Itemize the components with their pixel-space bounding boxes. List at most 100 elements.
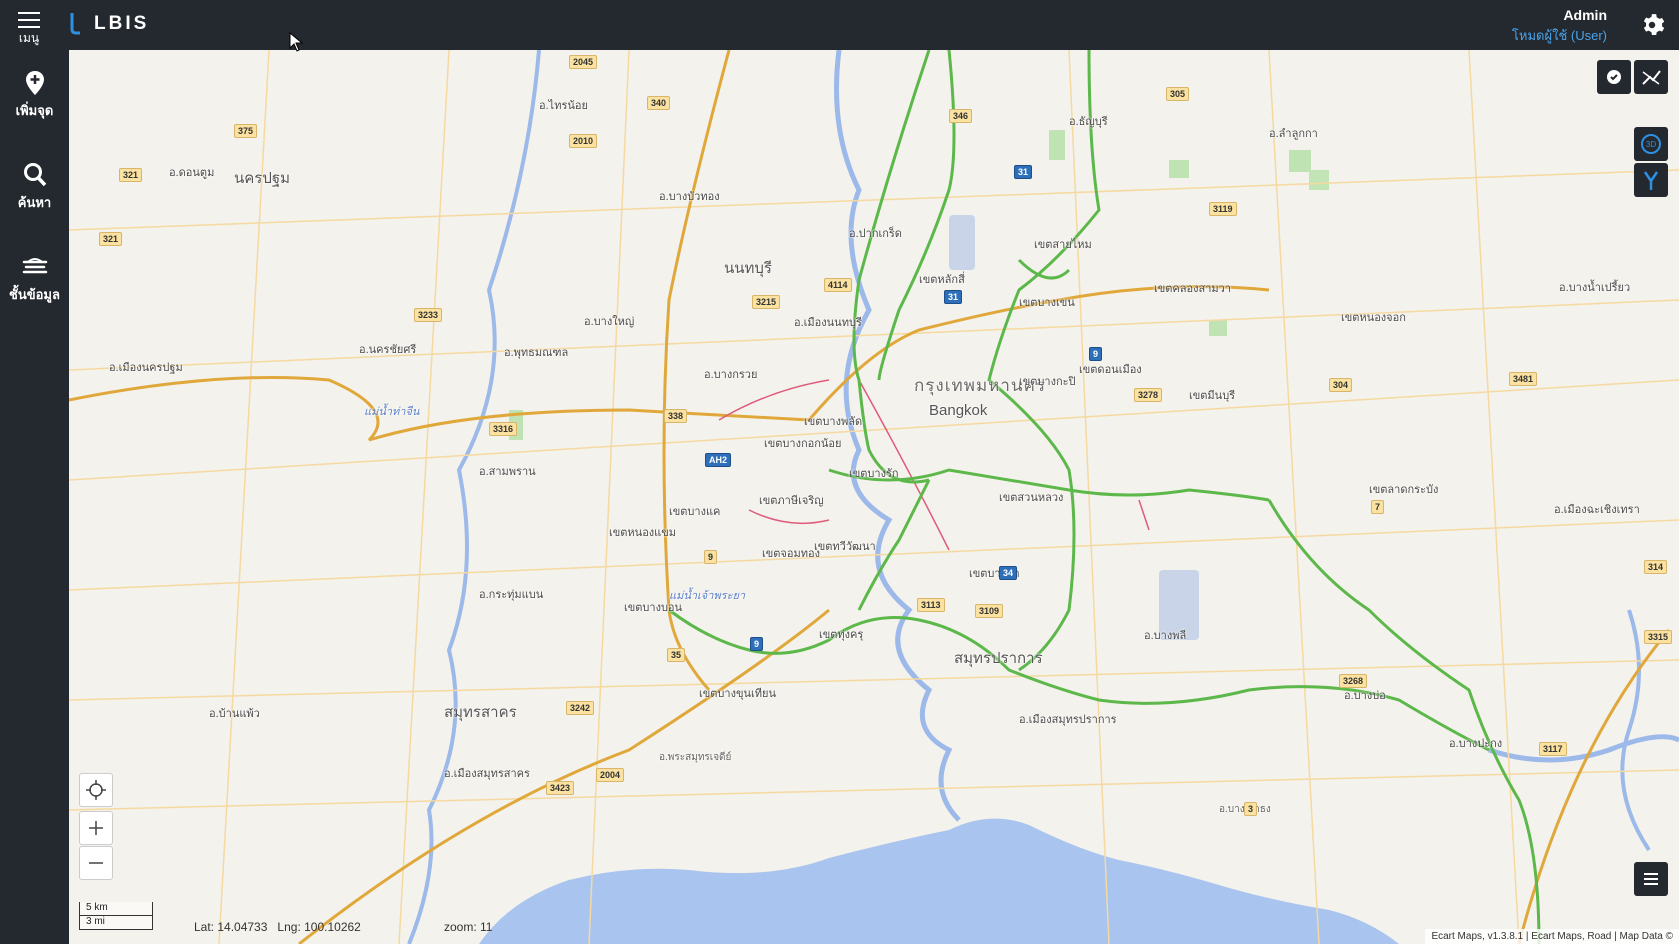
map-label-suan-luang: เขตสวนหลวง (999, 492, 1064, 504)
menu-button[interactable]: เมนู (8, 7, 50, 47)
map-label-don-tum: อ.ดอนตูม (169, 167, 215, 179)
route-shield: 3481 (1509, 372, 1538, 386)
3d-icon: 3D (1641, 134, 1661, 154)
map-label-bang-pakong: อ.บางปะกง (1449, 738, 1503, 750)
zoom-in-button[interactable] (79, 811, 113, 845)
map-label-sai-mai: เขตสายไหม (1034, 239, 1092, 251)
user-name: Admin (1563, 7, 1607, 23)
crosshair-icon (86, 780, 106, 800)
map-label-don-mueang: เขตดอนเมือง (1079, 364, 1142, 376)
map-label-bang-bua-thong: อ.บางบัวทอง (659, 191, 720, 203)
map-label-thawi-watthana: เขตทวีวัฒนา (814, 541, 876, 553)
mouse-cursor-icon (289, 32, 303, 52)
map-menu-button[interactable] (1634, 862, 1668, 896)
route-shield: 3315 (1644, 630, 1673, 644)
user-mode: โหมดผู้ใช้ (User) (1511, 28, 1607, 43)
map-label-min-buri: เขตมีนบุรี (1189, 390, 1236, 402)
route-shield: 314 (1644, 560, 1668, 574)
map-label-phra-samut-chedi: อ.พระสมุทรเจดีย์ (659, 752, 732, 763)
route-shield: 3119 (1209, 202, 1237, 216)
menu-label: เมนู (18, 31, 40, 45)
minus-icon (89, 862, 103, 864)
map-label-khlong-sam-wa: เขตคลองสามวา (1154, 283, 1231, 295)
route-shield: 9 (1089, 347, 1103, 361)
route-shield: 321 (119, 168, 143, 182)
compass-button[interactable] (1634, 163, 1668, 197)
map-label-bang-rak: เขตบางรัก (849, 468, 899, 480)
checkin-button[interactable] (1597, 60, 1631, 94)
3d-view-button[interactable]: 3D (1634, 127, 1668, 161)
zoom-level-text: zoom: 11 (444, 920, 493, 934)
longitude-text: Lng: 100.10262 (277, 920, 361, 934)
route-shield: 3109 (975, 604, 1004, 618)
route-shield: 3117 (1539, 742, 1567, 756)
map-canvas[interactable]: กรุงเทพมหานคร Bangkok นนทบุรี นครปฐม สมุ… (69, 50, 1679, 944)
route-shield: 3215 (752, 295, 781, 309)
map-label-bangkok-en: Bangkok (929, 402, 988, 419)
sidebar-item-layers[interactable]: ชั้นข้อมูล (0, 254, 69, 305)
lbis-logo-icon (70, 13, 80, 35)
route-shield: 31 (1014, 165, 1033, 179)
map-label-muang-nonthaburi: อ.เมืองนนทบุรี (794, 317, 862, 329)
app-logo[interactable]: LBIS (68, 10, 149, 38)
route-shield: 34 (999, 566, 1018, 580)
map-label-thung-khru: เขตทุ่งครุ (819, 629, 864, 641)
map-label-phasi-charoen: เขตภาษีเจริญ (759, 495, 824, 507)
route-shield: 3423 (546, 781, 575, 795)
sidebar-item-label: ค้นหา (17, 195, 52, 210)
route-shield: 9 (750, 637, 764, 651)
user-info[interactable]: Admin โหมดผู้ใช้ (User) (1512, 7, 1607, 46)
map-label-bang-khen: เขตบางเขน (1019, 297, 1075, 309)
latitude-text: Lat: 14.04733 (194, 920, 268, 934)
map-label-bang-kruai: อ.บางกรวย (704, 369, 758, 381)
scale-bar: 5 km 3 mi (79, 902, 153, 930)
locate-me-button[interactable] (79, 773, 113, 807)
route-shield: 2004 (596, 768, 625, 782)
map-label-ban-phaeo: อ.บ้านแพ้ว (209, 708, 260, 720)
map-label-phutthamonthon: อ.พุทธมณฑล (504, 347, 569, 359)
route-shield: 2045 (569, 55, 598, 69)
map-label-krathum-baen: อ.กระทุ่มแบน (479, 589, 544, 601)
map-label-bang-yai: อ.บางใหญ่ (584, 316, 635, 328)
map-label-muang-samut-prakan: อ.เมืองสมุทรปราการ (1019, 714, 1117, 726)
svg-text:3D: 3D (1646, 140, 1656, 149)
route-shield: 31 (944, 290, 963, 304)
top-bar: เมนู LBIS Admin โหมดผู้ใช้ (User) (0, 0, 1679, 50)
map-label-lat-krabang: เขตลาดกระบัง (1369, 484, 1439, 496)
compass-y-icon (1643, 171, 1659, 190)
map-attribution: Ecart Maps, v1.3.8.1 | Ecart Maps, Road … (1425, 929, 1679, 944)
gear-icon[interactable] (1639, 12, 1665, 38)
map-label-bang-nam-priao: อ.บางน้ำเปรี้ยว (1559, 282, 1631, 294)
map-label-chom-thong: เขตจอมทอง (762, 548, 820, 560)
route-shield: 321 (99, 232, 123, 246)
plus-icon (89, 821, 103, 835)
map-label-bang-kapi: เขตบางกะปิ (1019, 376, 1076, 388)
map-label-samut-sakhon: สมุทรสาคร (444, 704, 517, 721)
zoom-out-button[interactable] (79, 846, 113, 880)
map-label-bang-khae: เขตบางแค (669, 506, 721, 518)
route-shield: 3278 (1134, 388, 1163, 402)
measure-icon (1642, 70, 1661, 85)
measure-button[interactable] (1634, 60, 1668, 94)
route-shield: 375 (234, 124, 258, 138)
route-shield: 7 (1371, 500, 1385, 514)
route-shield: 9 (704, 550, 718, 564)
sidebar-item-search[interactable]: ค้นหา (0, 162, 69, 213)
map-label-sam-phran: อ.สามพราน (479, 466, 536, 478)
map-label-lam-luk-ka: อ.ลำลูกกา (1269, 128, 1318, 140)
map-label-lak-si: เขตหลักสี่ (919, 274, 965, 286)
map-label-bangkok-noi: เขตบางกอกน้อย (764, 438, 842, 450)
route-shield: 304 (1329, 378, 1353, 392)
sidebar-item-add-point[interactable]: เพิ่มจุด (0, 70, 69, 121)
route-shield: 2010 (569, 134, 598, 148)
sidebar-item-label: เพิ่มจุด (15, 103, 54, 118)
list-icon (1644, 873, 1658, 885)
check-circle-icon (1607, 70, 1621, 84)
map-label-chao-phraya-river: แม่น้ำเจ้าพระยา (669, 590, 746, 602)
map-label-bang-phlat: เขตบางพลัด (804, 416, 863, 428)
route-shield: 35 (667, 648, 686, 662)
map-label-nonthaburi: นนทบุรี (724, 260, 772, 277)
map-label-tha-chin-river: แม่น้ำท่าจีน (364, 406, 420, 418)
map-pin-icon (25, 71, 44, 95)
route-shield: 340 (647, 96, 671, 110)
